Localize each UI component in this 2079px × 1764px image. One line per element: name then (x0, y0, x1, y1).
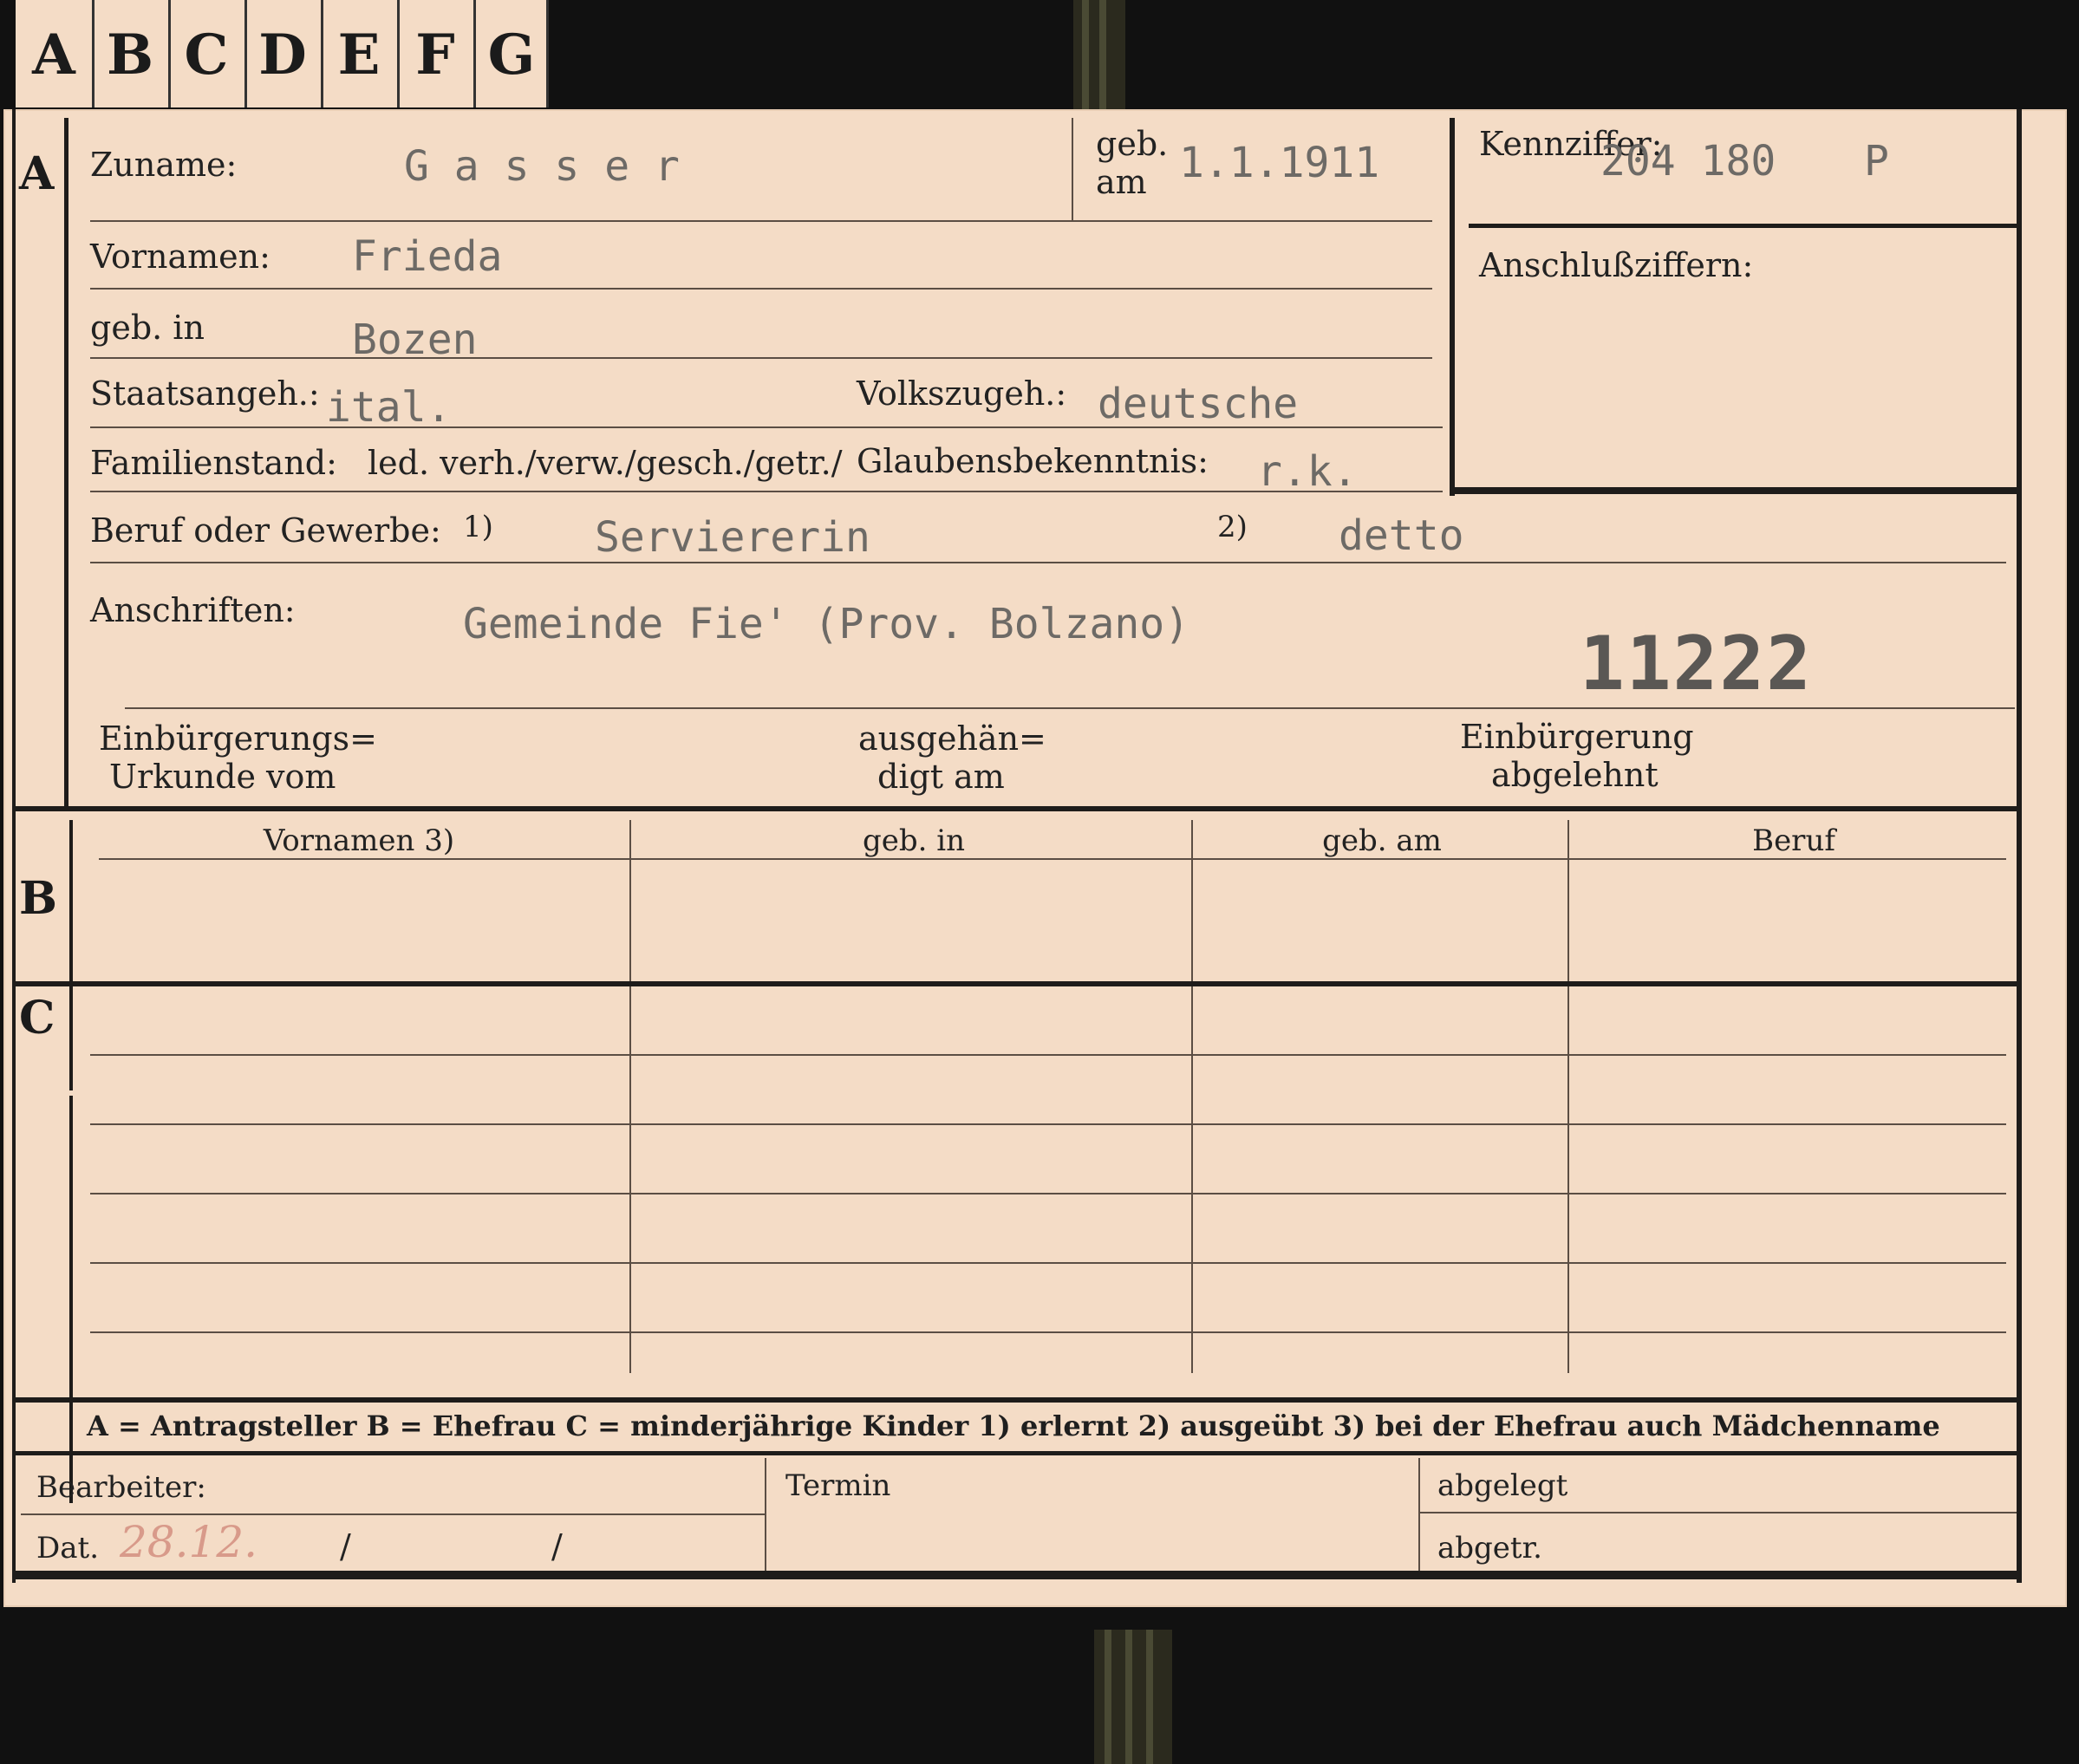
section-b-rule (69, 820, 73, 1090)
familien-line (90, 491, 1443, 492)
beruf-value-1: Serviererin (595, 513, 870, 562)
termin-label: Termin (785, 1468, 891, 1503)
dat-label: Dat. (36, 1531, 100, 1565)
glaubens-value: r.k. (1257, 447, 1358, 496)
dat-slash-2: / (551, 1527, 563, 1565)
section-c-bottom (16, 1397, 2017, 1403)
section-b-bottom (16, 981, 2017, 986)
vornamen-value: Frieda (352, 232, 503, 281)
tab-e[interactable]: E (321, 0, 400, 107)
tab-b[interactable]: B (92, 0, 171, 107)
anschriften-label: Anschriften: (90, 591, 296, 629)
table-c-row-line (90, 1054, 2006, 1056)
legend-bottom (16, 1451, 2017, 1455)
beruf-note-2: 2) (1217, 510, 1248, 544)
zuname-label: Zuname: (90, 146, 238, 184)
card-bottom (16, 1571, 2022, 1579)
footer-divider-2 (1418, 1458, 1420, 1571)
table-b-header-geb-in: geb. in (862, 823, 966, 858)
section-label-c: C (19, 992, 55, 1045)
vornamen-line (90, 288, 1432, 290)
stamp-number: 11222 (1580, 621, 1813, 707)
dat-slash-1: / (340, 1527, 351, 1565)
kennziffer-box-left (1450, 118, 1455, 496)
section-c-rule (69, 1096, 73, 1503)
legend: A = Antragsteller B = Ehefrau C = minder… (87, 1409, 1940, 1442)
left-border (12, 109, 16, 1583)
table-b-header-line (99, 858, 2006, 860)
familien-label: Familienstand: (90, 444, 337, 482)
footer-divider-1 (765, 1458, 766, 1571)
geb-in-label: geb. in (90, 309, 205, 347)
zuname-line (90, 220, 1432, 222)
table-b-header-beruf: Beruf (1752, 823, 1835, 858)
anschriften-line (125, 707, 2015, 709)
tab-d[interactable]: D (244, 0, 323, 107)
kennziffer-box-bottom (1450, 487, 2017, 494)
einb-abgelehnt-2: abgelehnt (1491, 756, 1659, 794)
einb-abgelehnt-1: Einbürgerung (1460, 718, 1694, 756)
ausgeh-1: ausgehän= (858, 719, 1046, 758)
beruf-label: Beruf oder Gewerbe: (90, 511, 441, 550)
right-border (2017, 109, 2022, 1583)
einb-urkunde-1: Einbürgerungs= (99, 719, 377, 758)
table-c-col-1 (629, 986, 631, 1373)
tab-f[interactable]: F (397, 0, 476, 107)
table-b-header-geb-am: geb. am (1322, 823, 1442, 858)
section-label-b: B (19, 872, 57, 925)
index-tabs: A B C D E F G (16, 0, 549, 107)
table-c-col-3 (1567, 986, 1569, 1373)
beruf-value-2: detto (1339, 511, 1464, 560)
beruf-note-1: 1) (463, 510, 493, 544)
geb-am-label-2: am (1096, 163, 1147, 201)
geb-am-label-1: geb. (1096, 125, 1169, 163)
geb-am-value: 1.1.1911 (1179, 139, 1380, 187)
beruf-line (90, 562, 2006, 563)
section-a-rule (64, 118, 68, 811)
abgelegt-label: abgelegt (1437, 1468, 1568, 1503)
table-c-row-line (90, 1262, 2006, 1264)
kennziffer-letter: P (1864, 137, 1889, 186)
staats-line (90, 426, 1443, 428)
binder-clip-bottom (1094, 1630, 1172, 1764)
ausgeh-2: digt am (877, 758, 1005, 796)
zuname-value: G a s s e r (404, 142, 680, 191)
volks-value: deutsche (1098, 380, 1299, 428)
kennziffer-value: 204 180 (1600, 137, 1776, 186)
glaubens-label: Glaubensbekenntnis: (857, 442, 1209, 480)
binder-clip-top (1073, 0, 1125, 109)
anschluss-label: Anschlußziffern: (1479, 246, 1754, 284)
einb-urkunde-2: Urkunde vom (109, 758, 336, 796)
bearbeiter-label: Bearbeiter: (36, 1470, 206, 1505)
section-label-a: A (19, 147, 55, 200)
anschriften-value: Gemeinde Fie' (Prov. Bolzano) (463, 600, 1190, 648)
table-c-row-line (90, 1193, 2006, 1194)
registration-card: A B C Kennziffer: 204 180 P Anschlußziff… (3, 109, 2067, 1607)
dat-handwritten: 28.12. (120, 1517, 258, 1567)
geb-in-line (90, 357, 1432, 359)
tab-c[interactable]: C (168, 0, 247, 107)
bearbeiter-line (21, 1513, 766, 1515)
tab-g[interactable]: G (473, 0, 550, 107)
staats-value: ital. (326, 383, 452, 432)
zuname-geb-divider (1072, 118, 1073, 220)
table-b-header-vornamen: Vornamen 3) (263, 823, 455, 858)
abgelegt-line (1420, 1512, 2017, 1513)
abgetr-label: abgetr. (1437, 1531, 1542, 1565)
table-c-col-2 (1191, 986, 1193, 1373)
section-a-bottom (16, 806, 2017, 811)
vornamen-label: Vornamen: (90, 238, 270, 276)
table-c-row-line (90, 1331, 2006, 1333)
tab-a[interactable]: A (16, 0, 94, 107)
kennziffer-box-divider (1469, 224, 2017, 228)
table-c-row-line (90, 1123, 2006, 1125)
familien-options: led. verh./verw./gesch./getr./ (368, 444, 843, 482)
staats-label: Staatsangeh.: (90, 374, 320, 413)
volks-label: Volkszugeh.: (857, 374, 1067, 413)
